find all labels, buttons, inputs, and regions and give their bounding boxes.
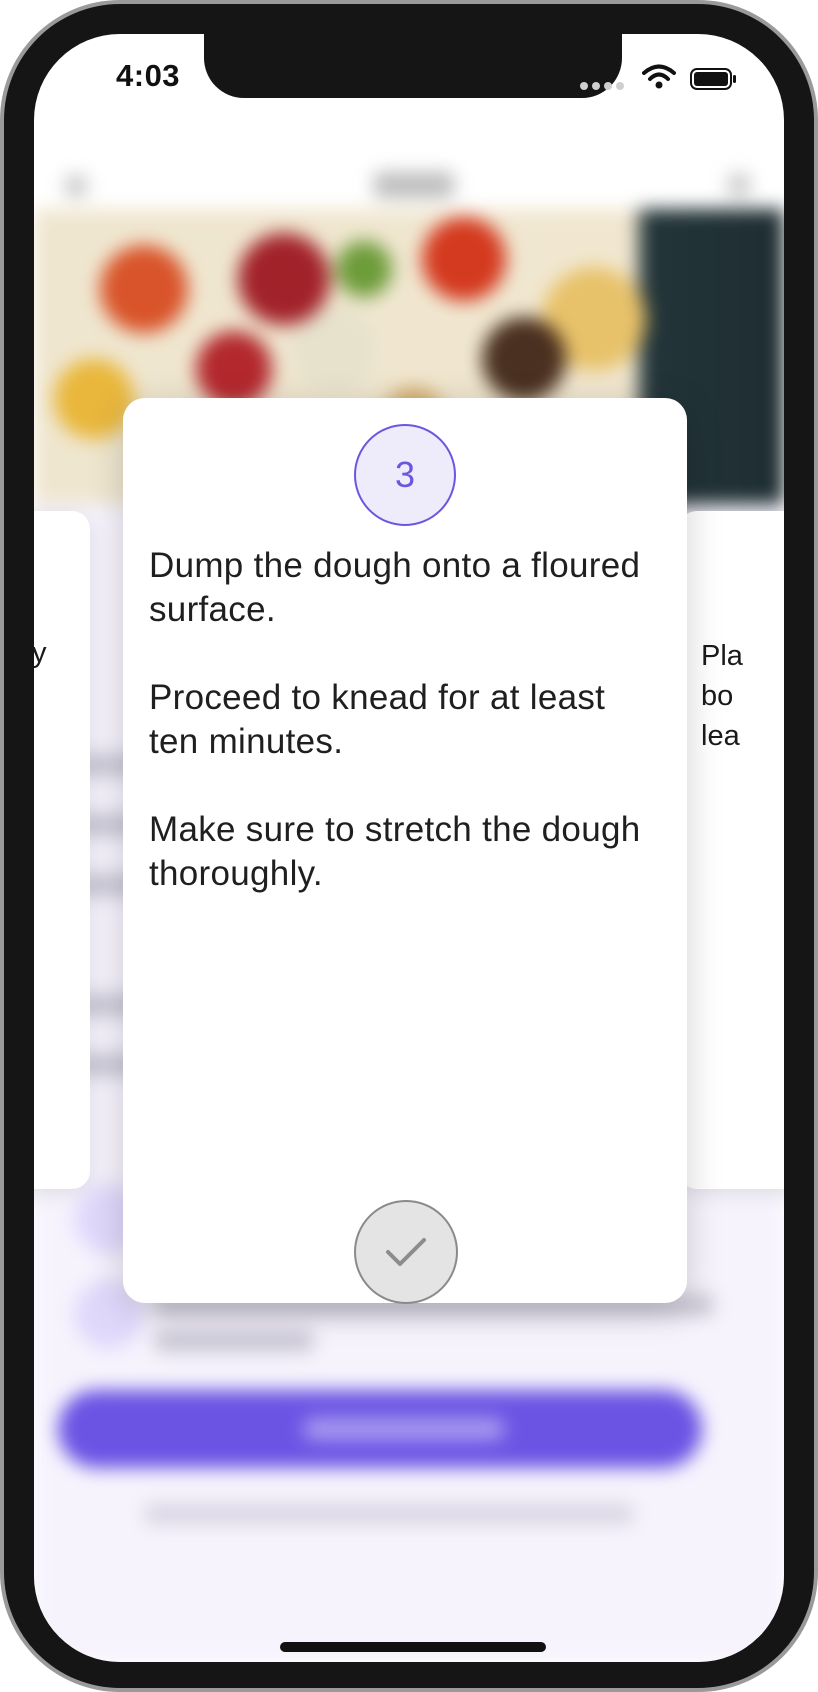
step-number-badge: 3	[354, 424, 456, 526]
next-step-text: Pla bo lea	[701, 640, 743, 752]
step-paragraph: Dump the dough onto a floured surface.	[149, 546, 641, 629]
step-paragraph: Proceed to knead for at least ten minute…	[149, 678, 606, 761]
status-time: 4:03	[116, 58, 181, 93]
phone-bezel: y Pla bo lea 3 Dump the dough onto a flo…	[4, 4, 814, 1688]
wifi-icon	[642, 64, 676, 89]
step-number: 3	[394, 454, 416, 495]
battery-icon	[690, 68, 736, 90]
previous-step-card[interactable]: y	[34, 511, 90, 1189]
checkmark-icon	[386, 1238, 426, 1266]
app-screen: y Pla bo lea 3 Dump the dough onto a flo…	[34, 34, 784, 1662]
footer-text	[144, 1504, 634, 1524]
next-step-card[interactable]: Pla bo lea	[679, 511, 784, 1189]
current-step-card[interactable]: 3 Dump the dough onto a floured surface.…	[123, 398, 687, 1304]
cellular-signal-icon	[580, 82, 624, 90]
previous-step-text: y	[34, 637, 47, 669]
camera-notch	[204, 34, 622, 98]
text-line	[154, 1330, 314, 1352]
phone-frame: y Pla bo lea 3 Dump the dough onto a flo…	[0, 0, 818, 1692]
edit-icon	[728, 174, 750, 196]
nav-title	[374, 172, 454, 198]
mark-step-done-button[interactable]	[354, 1200, 458, 1304]
step-paragraph: Make sure to stretch the dough thoroughl…	[149, 810, 641, 893]
home-indicator[interactable]	[280, 1642, 546, 1652]
step-instructions: Dump the dough onto a floured surface. P…	[149, 544, 659, 940]
start-cooking-label	[304, 1418, 504, 1440]
back-icon	[64, 174, 88, 198]
